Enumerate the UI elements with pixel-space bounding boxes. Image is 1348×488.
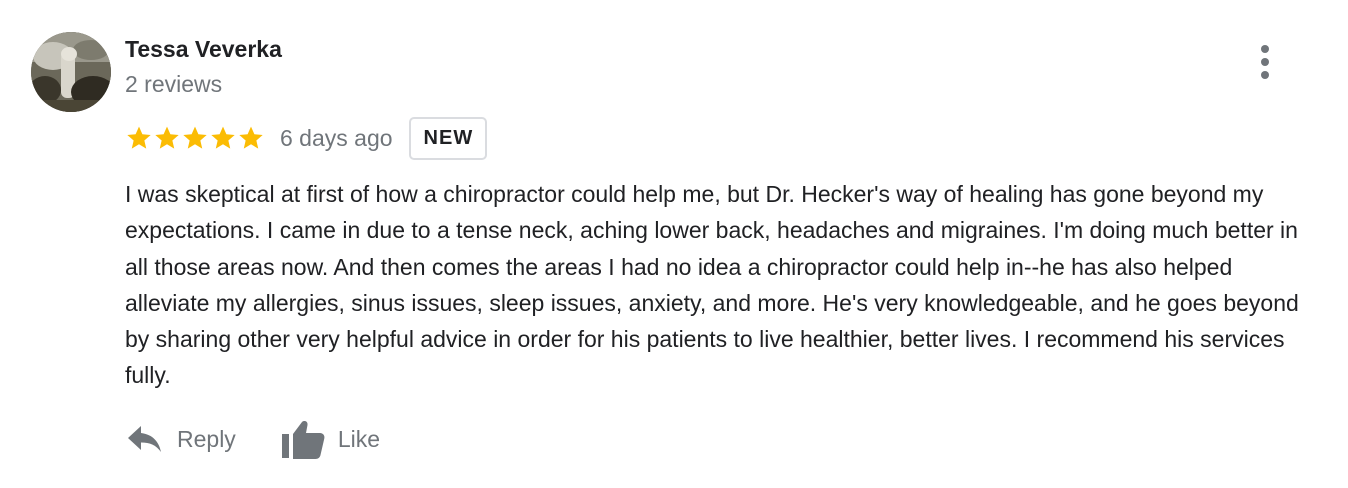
- review-actions: Reply Like: [125, 410, 380, 468]
- like-button[interactable]: Like: [280, 418, 380, 460]
- like-label: Like: [337, 425, 381, 452]
- author-avatar[interactable]: [31, 32, 111, 112]
- more-vert-icon-dot: [1261, 71, 1269, 79]
- reply-arrow-icon: [125, 422, 165, 456]
- star-icon: [125, 124, 153, 152]
- new-badge: NEW: [408, 116, 488, 160]
- more-options-button[interactable]: [1250, 42, 1280, 82]
- rating-row: 6 days ago NEW: [125, 116, 488, 160]
- star-rating: [125, 124, 265, 152]
- reply-label: Reply: [177, 425, 236, 452]
- review-date: 6 days ago: [280, 124, 393, 151]
- review-text: I was skeptical at first of how a chirop…: [125, 181, 1299, 389]
- more-vert-icon: [1261, 45, 1269, 53]
- more-vert-icon-dot: [1261, 58, 1269, 66]
- thumbs-up-icon: [280, 418, 326, 460]
- star-icon: [237, 124, 265, 152]
- star-icon: [181, 124, 209, 152]
- reply-button[interactable]: Reply: [125, 422, 236, 456]
- star-icon: [209, 124, 237, 152]
- author-name[interactable]: Tessa Veverka: [125, 36, 282, 63]
- star-icon: [153, 124, 181, 152]
- author-review-count[interactable]: 2 reviews: [125, 71, 222, 98]
- review-card: Tessa Veverka 2 reviews 6 days ago NEW I…: [0, 0, 1348, 488]
